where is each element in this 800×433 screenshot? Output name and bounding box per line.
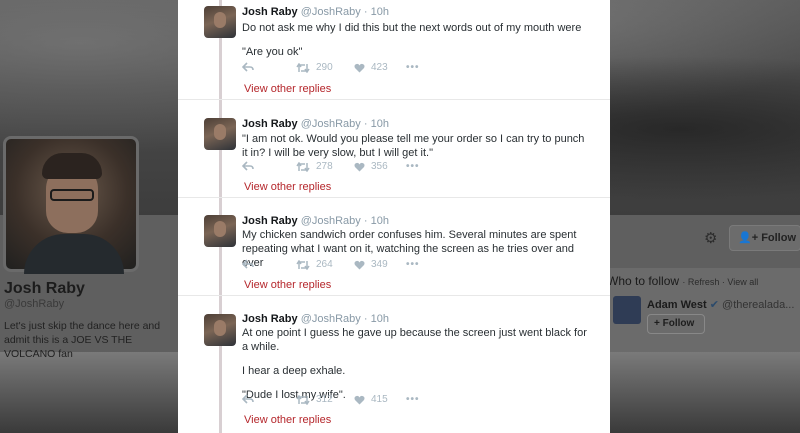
suggestion-handle: @therealada... [722,299,795,311]
tweet-actions: 290 423 ••• [242,62,442,78]
reply-icon[interactable] [242,394,254,404]
tweet-author-name[interactable]: Josh Raby [242,6,298,18]
tweet-header: Josh Raby @JoshRaby · 10h [242,118,389,130]
retweet-icon [296,259,310,270]
tweet-author-name[interactable]: Josh Raby [242,118,298,130]
retweet-count: 312 [316,394,333,405]
retweet-count: 264 [316,259,333,270]
add-user-icon: 👤+ [738,232,759,244]
tweet-author-handle[interactable]: @JoshRaby [301,6,361,18]
like-count: 415 [371,394,388,405]
profile-handle[interactable]: @JoshRaby [4,298,64,310]
more-icon[interactable]: ••• [406,259,420,270]
tweet[interactable]: Josh Raby @JoshRaby · 10h At one point I… [178,296,610,433]
profile-avatar[interactable] [3,136,139,274]
tweet-actions: 264 349 ••• [242,259,442,275]
tweet-actions: 278 356 ••• [242,161,442,177]
like-icon [354,395,365,404]
tweet-time[interactable]: 10h [371,215,389,227]
tweet-header: Josh Raby @JoshRaby · 10h [242,313,389,325]
retweet-button[interactable]: 264 [296,259,333,270]
tweet[interactable]: Josh Raby @JoshRaby · 10h "I am not ok. … [178,100,610,198]
reply-icon[interactable] [242,62,254,72]
refresh-link[interactable]: Refresh [688,277,720,287]
view-other-replies-link[interactable]: View other replies [244,181,331,193]
view-other-replies-link[interactable]: View other replies [244,279,331,291]
tweet-author-handle[interactable]: @JoshRaby [301,118,361,130]
profile-bio: Let's just skip the dance here and admit… [4,320,161,360]
tweet[interactable]: Josh Raby @JoshRaby · 10h Do not ask me … [178,0,610,100]
tweet-header: Josh Raby @JoshRaby · 10h [242,215,389,227]
tweet-header: Josh Raby @JoshRaby · 10h [242,6,389,18]
follow-button[interactable]: 👤+ Follow [729,225,800,251]
like-button[interactable]: 415 [354,394,388,405]
tweet-avatar[interactable] [204,118,236,150]
retweet-count: 290 [316,62,333,73]
like-button[interactable]: 349 [354,259,388,270]
like-count: 356 [371,161,388,172]
like-count: 349 [371,259,388,270]
retweet-icon [296,62,310,73]
more-icon[interactable]: ••• [406,161,420,172]
view-all-link[interactable]: View all [727,277,758,287]
view-other-replies-link[interactable]: View other replies [244,83,331,95]
add-user-icon: + [654,318,660,329]
tweet-avatar[interactable] [204,314,236,346]
suggestion-name[interactable]: Adam West ✔ @therealada... [647,298,794,311]
retweet-icon [296,394,310,405]
reply-icon[interactable] [242,259,254,269]
tweet[interactable]: Josh Raby @JoshRaby · 10h My chicken san… [178,198,610,296]
tweet-avatar[interactable] [204,215,236,247]
tweet-author-handle[interactable]: @JoshRaby [301,313,361,325]
tweet-actions: 312 415 ••• [242,394,442,410]
tweet-time[interactable]: 10h [371,313,389,325]
tweet-author-handle[interactable]: @JoshRaby [301,215,361,227]
more-icon[interactable]: ••• [406,394,420,405]
retweet-icon [296,161,310,172]
like-icon [354,162,365,171]
retweet-count: 278 [316,161,333,172]
gear-icon[interactable]: ⚙ [704,229,717,247]
tweet-author-name[interactable]: Josh Raby [242,313,298,325]
suggestion-follow-button[interactable]: + Follow [647,314,705,334]
reply-icon[interactable] [242,161,254,171]
retweet-button[interactable]: 312 [296,394,333,405]
more-icon[interactable]: ••• [406,62,420,73]
view-other-replies-link[interactable]: View other replies [244,414,331,426]
who-to-follow-title: Who to follow · Refresh · View all [607,274,759,288]
who-to-follow-panel: Who to follow · Refresh · View all Adam … [603,268,800,352]
profile-action-bar: ⚙ 👤+ Follow [610,222,800,252]
retweet-button[interactable]: 278 [296,161,333,172]
tweet-author-name[interactable]: Josh Raby [242,215,298,227]
like-icon [354,63,365,72]
tweet-time[interactable]: 10h [371,6,389,18]
conversation-modal: Josh Raby @JoshRaby · 10h Do not ask me … [178,0,610,433]
like-count: 423 [371,62,388,73]
profile-name: Josh Raby [4,280,85,297]
retweet-button[interactable]: 290 [296,62,333,73]
suggestion-avatar[interactable] [613,296,641,324]
tweet-avatar[interactable] [204,6,236,38]
follow-button-label: Follow [761,232,797,244]
tweet-time[interactable]: 10h [371,118,389,130]
like-icon [354,260,365,269]
verified-icon: ✔ [709,299,719,311]
like-button[interactable]: 423 [354,62,388,73]
like-button[interactable]: 356 [354,161,388,172]
